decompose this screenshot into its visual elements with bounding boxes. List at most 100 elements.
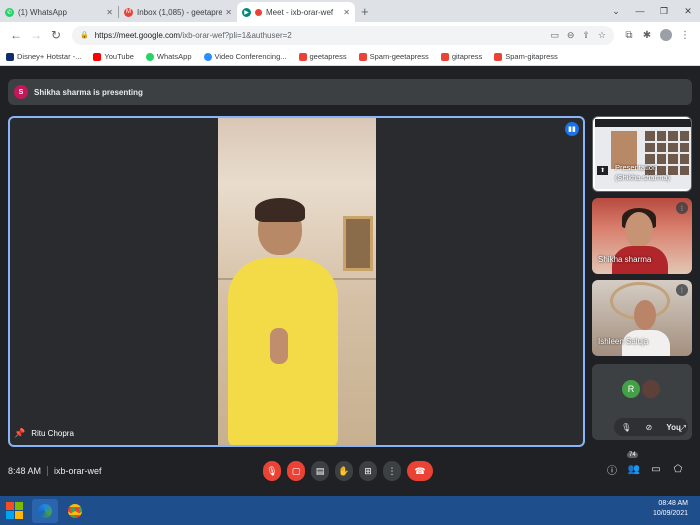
presentation-label: Presentation (Shikha sharma) xyxy=(615,163,670,183)
participant-name: Shikha sharma xyxy=(598,255,652,264)
self-tile[interactable]: R 🎙 ⊘ You ⤢ xyxy=(592,364,692,440)
speaking-indicator-icon: ▮▮ xyxy=(565,122,579,136)
pin-icon[interactable]: 📌 xyxy=(14,428,25,439)
share-icon[interactable]: ⇪ xyxy=(582,30,590,41)
video-person-hands xyxy=(270,328,288,364)
divider xyxy=(47,466,49,476)
camera-toggle-button[interactable]: ▢ xyxy=(287,461,305,481)
main-video-stage[interactable]: ▮▮ 📌 Ritu Chopra xyxy=(8,116,585,447)
hand-icon: ✋ xyxy=(338,465,350,476)
camera-off-icon[interactable]: ⊘ xyxy=(645,423,652,432)
bookmark-label: Video Conferencing... xyxy=(214,52,287,61)
info-icon: ⓘ xyxy=(607,465,617,477)
bookmark-youtube[interactable]: YouTube xyxy=(93,52,134,61)
activities-icon: ⬠ xyxy=(673,463,683,475)
people-icon: 👥 xyxy=(627,463,641,475)
phone-hangup-icon: ☎ xyxy=(414,465,426,476)
reload-button[interactable]: ↻ xyxy=(46,28,66,42)
meeting-code: ixb-orar-wef xyxy=(54,466,102,476)
close-icon[interactable]: ✕ xyxy=(225,8,232,17)
maximize-button[interactable]: ❐ xyxy=(652,6,676,17)
raise-hand-button[interactable]: ✋ xyxy=(335,461,353,481)
captions-button[interactable]: ▤ xyxy=(311,461,329,481)
participant-count-badge: 74 xyxy=(627,452,638,458)
meet-icon: ▶ xyxy=(242,7,251,17)
forward-button[interactable]: → xyxy=(26,28,46,42)
tab-title: Meet - ixb-orar-wef xyxy=(266,7,334,17)
tab-groups-icon[interactable]: ⧉ xyxy=(620,30,638,41)
presenting-banner: S Shikha sharma is presenting xyxy=(8,79,692,105)
recording-icon xyxy=(255,8,262,16)
expand-icon[interactable]: ⤢ xyxy=(679,423,686,434)
presentation-tile[interactable]: ⬆ Presentation (Shikha sharma) xyxy=(592,116,692,192)
tab-meet[interactable]: ▶ Meet - ixb-orar-wef ✕ xyxy=(237,2,355,22)
close-icon[interactable]: ✕ xyxy=(343,8,350,17)
chat-button[interactable]: ▭ xyxy=(649,461,663,477)
lock-icon: 🔒 xyxy=(80,32,89,39)
people-button[interactable]: 74 👥 xyxy=(627,452,641,477)
meeting-details-button[interactable]: ⓘ xyxy=(605,461,619,477)
more-options-button[interactable]: ⋮ xyxy=(383,461,401,481)
new-tab-button[interactable]: + xyxy=(361,4,369,19)
browser-toolbar: ← → ↻ 🔒 https://meet.google.com /ixb-ora… xyxy=(0,22,700,48)
camera-off-icon: ▢ xyxy=(291,465,301,476)
minimize-button[interactable]: — xyxy=(628,6,652,16)
bookmark-spam-geetapress[interactable]: Spam-geetapress xyxy=(358,52,429,61)
bookmark-whatsapp[interactable]: WhatsApp xyxy=(145,52,192,61)
close-window-button[interactable]: ✕ xyxy=(676,6,700,17)
tab-title: Inbox (1,085) - geetapress@gm... xyxy=(137,7,223,17)
self-tile-bar: 🎙 ⊘ You xyxy=(614,418,688,436)
more-menu-icon[interactable]: ⋮ xyxy=(676,30,694,41)
bookmarks-bar: Disney+ Hotstar -... YouTube WhatsApp Vi… xyxy=(0,48,700,66)
back-button[interactable]: ← xyxy=(6,28,26,42)
self-avatar: R xyxy=(622,380,640,398)
more-vert-icon: ⋮ xyxy=(387,465,397,476)
profile-avatar[interactable] xyxy=(660,29,672,41)
gmail-icon xyxy=(358,52,367,61)
participant-tile-ishleen[interactable]: ⋮ Ishleen Saluja xyxy=(592,280,692,356)
camera-in-use-icon[interactable]: ▭ xyxy=(550,30,559,41)
system-date: 10/09/2021 xyxy=(652,510,688,517)
tab-search-icon[interactable]: ⌄ xyxy=(604,6,628,17)
meeting-info: 8:48 AM ixb-orar-wef xyxy=(8,466,102,476)
participant-name: Ishleen Saluja xyxy=(598,337,649,346)
present-icon: ⊞ xyxy=(364,465,372,476)
presenting-text: Shikha sharma is presenting xyxy=(34,87,143,97)
youtube-icon xyxy=(93,52,102,61)
meeting-side-controls: ⓘ 74 👥 ▭ ⬠ xyxy=(605,452,685,477)
bookmark-video-conferencing[interactable]: Video Conferencing... xyxy=(203,52,287,61)
thumbnail-bar xyxy=(595,119,691,127)
bookmark-star-icon[interactable]: ☆ xyxy=(598,30,606,41)
speaker-video xyxy=(218,118,376,445)
window-controls: ⌄ — ❐ ✕ xyxy=(604,0,700,22)
mic-muted-icon[interactable]: 🎙 xyxy=(621,423,631,432)
mic-toggle-button[interactable]: 🎙 xyxy=(263,461,281,481)
hotstar-icon xyxy=(6,52,14,61)
presentation-label-line2: (Shikha sharma) xyxy=(615,173,671,182)
participant-tile-shikha[interactable]: ⋮ Shikha sharma xyxy=(592,198,692,274)
tab-title: (1) WhatsApp xyxy=(18,7,67,17)
tab-whatsapp[interactable]: ✆ (1) WhatsApp ✕ xyxy=(0,2,118,22)
tile-person-face xyxy=(625,212,653,248)
self-photo-avatar xyxy=(642,380,660,398)
address-bar[interactable]: 🔒 https://meet.google.com /ixb-orar-wef?… xyxy=(72,25,614,45)
tile-person-face xyxy=(634,300,656,330)
bookmark-spam-gitapress[interactable]: Spam-gitapress xyxy=(494,52,558,61)
present-now-button[interactable]: ⊞ xyxy=(359,461,377,481)
leave-call-button[interactable]: ☎ xyxy=(407,461,433,481)
zoom-icon[interactable]: ⊖ xyxy=(567,30,575,41)
system-clock[interactable]: 08:48 AM 10/09/2021 xyxy=(653,499,688,519)
windows-taskbar: 08:48 AM 10/09/2021 xyxy=(0,496,700,525)
taskbar-chrome-icon[interactable] xyxy=(62,499,88,523)
activities-button[interactable]: ⬠ xyxy=(671,461,685,477)
windows-start-button[interactable] xyxy=(0,496,28,525)
tab-gmail[interactable]: M Inbox (1,085) - geetapress@gm... ✕ xyxy=(119,2,237,22)
gmail-icon xyxy=(494,52,503,61)
taskbar-edge-icon[interactable] xyxy=(32,498,58,523)
close-icon[interactable]: ✕ xyxy=(106,8,113,17)
bookmark-geetapress[interactable]: geetapress xyxy=(298,52,347,61)
system-time: 08:48 AM xyxy=(658,500,688,507)
extensions-icon[interactable]: ✱ xyxy=(638,30,656,41)
bookmark-gitapress[interactable]: gitapress xyxy=(440,52,482,61)
bookmark-hotstar[interactable]: Disney+ Hotstar -... xyxy=(6,52,81,61)
